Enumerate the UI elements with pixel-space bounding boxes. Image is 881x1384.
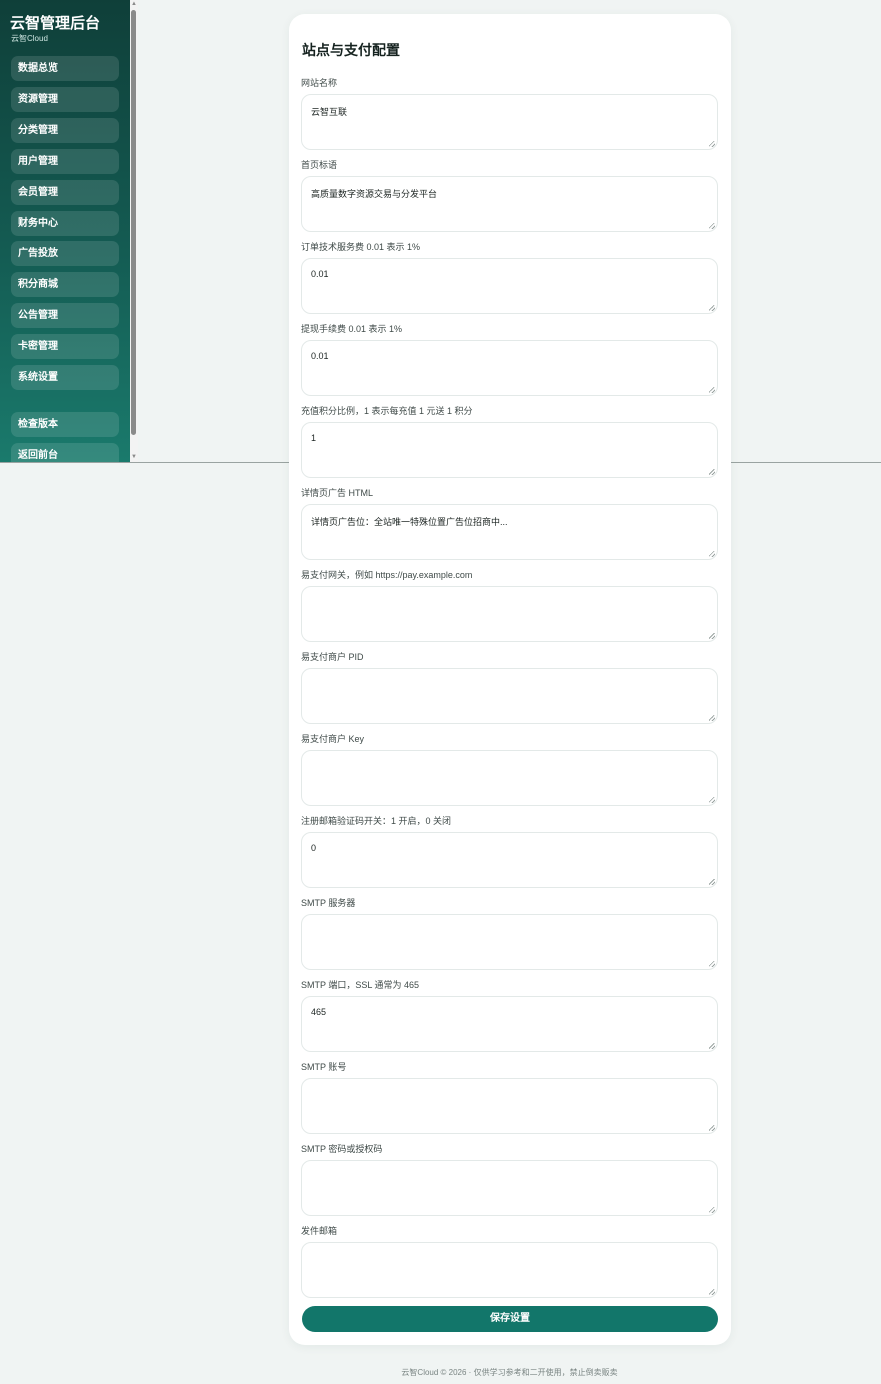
field-label: 易支付商户 PID xyxy=(301,652,364,662)
email-verify-switch-field[interactable]: 0 xyxy=(301,832,718,888)
back-to-front-button[interactable]: 返回前台 xyxy=(11,443,119,462)
field-label: 易支付商户 Key xyxy=(301,734,365,744)
field-label: 注册邮箱验证码开关：1 开启，0 关闭 xyxy=(301,816,452,826)
field-label: SMTP 账号 xyxy=(301,1062,347,1072)
field-value: 0 xyxy=(311,843,317,853)
footer-text: 云智Cloud © 2026 · 仅供学习参考和二开使用，禁止倒卖贩卖 xyxy=(401,1368,618,1377)
resize-grip-icon[interactable] xyxy=(709,879,715,885)
epay-key-field[interactable] xyxy=(301,750,718,806)
resize-grip-icon[interactable] xyxy=(709,1207,715,1213)
sidebar-item-ads[interactable]: 广告投放 xyxy=(11,241,119,266)
sidebar-item-resources[interactable]: 资源管理 xyxy=(11,87,119,112)
sidebar-item-users[interactable]: 用户管理 xyxy=(11,149,119,174)
sidebar-item-categories[interactable]: 分类管理 xyxy=(11,118,119,143)
resize-grip-icon[interactable] xyxy=(709,387,715,393)
field-label: 订单技术服务费 0.01 表示 1% xyxy=(301,242,421,252)
resize-grip-icon[interactable] xyxy=(709,223,715,229)
field-label: SMTP 服务器 xyxy=(301,898,356,908)
field-label: 详情页广告 HTML xyxy=(301,488,374,498)
smtp-account-field[interactable] xyxy=(301,1078,718,1134)
slogan-field[interactable]: 高质量数字资源交易与分发平台 xyxy=(301,176,718,232)
order-fee-field[interactable]: 0.01 xyxy=(301,258,718,314)
resize-grip-icon[interactable] xyxy=(709,633,715,639)
sidebar-scrollbar[interactable]: ▲ ▼ xyxy=(130,0,138,462)
brand-title: 云智管理后台 xyxy=(10,15,101,32)
resize-grip-icon[interactable] xyxy=(709,1289,715,1295)
resize-grip-icon[interactable] xyxy=(709,961,715,967)
resize-grip-icon[interactable] xyxy=(709,715,715,721)
smtp-server-field[interactable] xyxy=(301,914,718,970)
resize-grip-icon[interactable] xyxy=(709,469,715,475)
smtp-password-field[interactable] xyxy=(301,1160,718,1216)
withdraw-fee-field[interactable]: 0.01 xyxy=(301,340,718,396)
field-value: 0.01 xyxy=(311,269,329,279)
scroll-down-arrow-icon[interactable]: ▼ xyxy=(130,453,138,461)
detail-ad-html-field[interactable]: 详情页广告位：全站唯一特殊位置广告位招商中... xyxy=(301,504,718,560)
recharge-points-ratio-field[interactable]: 1 xyxy=(301,422,718,478)
sidebar-item-finance[interactable]: 财务中心 xyxy=(11,211,119,236)
field-value: 0.01 xyxy=(311,351,329,361)
field-label: 充值积分比例，1 表示每充值 1 元送 1 积分 xyxy=(301,406,473,416)
settings-card: 站点与支付配置 网站名称 云智互联 首页标语 高质量数字资源交易与分发平台 订单… xyxy=(289,14,731,1345)
field-value: 465 xyxy=(311,1007,327,1017)
field-label: 提现手续费 0.01 表示 1% xyxy=(301,324,403,334)
field-label: 易支付网关，例如 https://pay.example.com xyxy=(301,570,473,580)
field-label: 首页标语 xyxy=(301,160,338,170)
scrollbar-thumb[interactable] xyxy=(131,10,136,435)
sidebar-item-members[interactable]: 会员管理 xyxy=(11,180,119,205)
site-name-field[interactable]: 云智互联 xyxy=(301,94,718,150)
check-version-button[interactable]: 检查版本 xyxy=(11,412,119,437)
field-value: 高质量数字资源交易与分发平台 xyxy=(311,189,438,199)
resize-grip-icon[interactable] xyxy=(709,797,715,803)
resize-grip-icon[interactable] xyxy=(709,1043,715,1049)
epay-gateway-field[interactable] xyxy=(301,586,718,642)
sidebar: 云智管理后台 云智Cloud 数据总览 资源管理 分类管理 用户管理 会员管理 … xyxy=(0,0,130,462)
field-label: 发件邮箱 xyxy=(301,1226,338,1236)
scroll-up-arrow-icon[interactable]: ▲ xyxy=(130,0,138,8)
sidebar-item-settings[interactable]: 系统设置 xyxy=(11,365,119,390)
field-label: 网站名称 xyxy=(301,78,338,88)
field-label: SMTP 密码或授权码 xyxy=(301,1144,383,1154)
sidebar-item-announcements[interactable]: 公告管理 xyxy=(11,303,119,328)
sender-email-field[interactable] xyxy=(301,1242,718,1298)
smtp-port-field[interactable]: 465 xyxy=(301,996,718,1052)
epay-pid-field[interactable] xyxy=(301,668,718,724)
sidebar-item-card-keys[interactable]: 卡密管理 xyxy=(11,334,119,359)
field-value: 云智互联 xyxy=(311,107,348,117)
save-button[interactable]: 保存设置 xyxy=(302,1306,718,1332)
resize-grip-icon[interactable] xyxy=(709,1125,715,1131)
resize-grip-icon[interactable] xyxy=(709,141,715,147)
sidebar-item-dashboard[interactable]: 数据总览 xyxy=(11,56,119,81)
resize-grip-icon[interactable] xyxy=(709,551,715,557)
page-title: 站点与支付配置 xyxy=(302,42,400,58)
field-value: 详情页广告位：全站唯一特殊位置广告位招商中... xyxy=(311,517,508,527)
brand-subtitle: 云智Cloud xyxy=(11,34,48,43)
resize-grip-icon[interactable] xyxy=(709,305,715,311)
sidebar-item-points-mall[interactable]: 积分商城 xyxy=(11,272,119,297)
field-label: SMTP 端口，SSL 通常为 465 xyxy=(301,980,420,990)
field-value: 1 xyxy=(311,433,317,443)
